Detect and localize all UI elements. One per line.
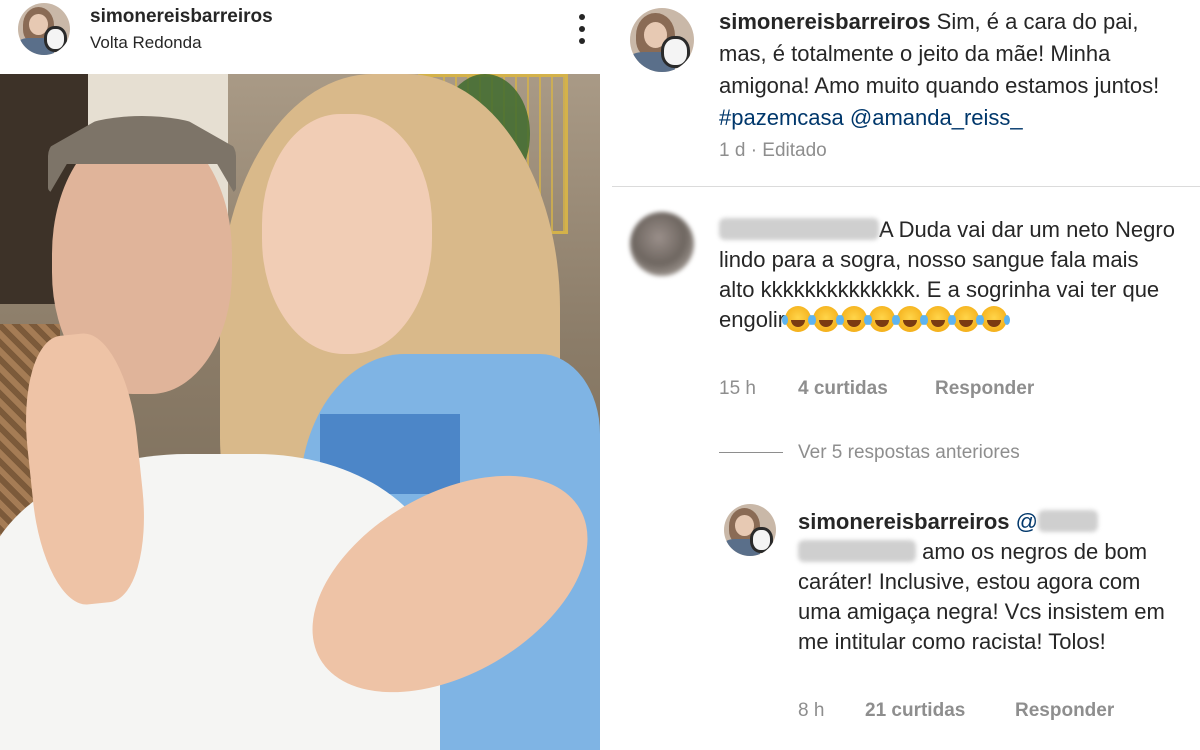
tears-of-joy-emoji: [894, 306, 924, 332]
tears-of-joy-emoji: [810, 306, 840, 332]
caption-edited: · Editado: [750, 140, 827, 161]
view-previous-replies-button[interactable]: Ver 5 respostas anteriores: [798, 442, 1020, 464]
comment-2-reply-button[interactable]: Responder: [1015, 700, 1114, 722]
comments-panel: simonereisbarreiros Sim, é a cara do pai…: [612, 0, 1200, 750]
comment-1: A Duda vai dar um neto Negro lindo para …: [719, 215, 1179, 335]
caption-mention[interactable]: @amanda_reiss_: [850, 105, 1023, 130]
caption-username[interactable]: simonereisbarreiros: [719, 9, 931, 34]
caption-separator: [612, 186, 1200, 187]
post-header: simonereisbarreiros Volta Redonda: [0, 0, 600, 74]
blurred-mention-part-2: [798, 540, 916, 562]
caption-hashtag[interactable]: #pazemcasa: [719, 105, 844, 130]
post-location[interactable]: Volta Redonda: [90, 33, 202, 53]
comment-2-likes[interactable]: 21 curtidas: [865, 700, 965, 722]
blurred-username[interactable]: [719, 218, 879, 240]
reply-mention-prefix[interactable]: @: [1016, 509, 1038, 534]
caption-author-avatar[interactable]: [630, 8, 694, 72]
tears-of-joy-emoji: [950, 306, 980, 332]
panel-divider: [600, 0, 612, 750]
comment-1-time[interactable]: 15 h: [719, 378, 756, 400]
tears-of-joy-emoji: [866, 306, 896, 332]
more-vertical-icon[interactable]: [572, 12, 592, 46]
tears-of-joy-emoji: [978, 306, 1008, 332]
tears-of-joy-emoji: [838, 306, 868, 332]
post-author-username[interactable]: simonereisbarreiros: [90, 6, 273, 28]
post-author-avatar[interactable]: [18, 3, 70, 55]
emoji-group: [782, 306, 1009, 332]
caption-time[interactable]: 1 d: [719, 140, 745, 161]
reply-author-avatar[interactable]: [724, 504, 776, 556]
tears-of-joy-emoji: [922, 306, 952, 332]
post-photo[interactable]: [0, 74, 600, 750]
caption-meta: 1 d · Editado: [719, 140, 827, 162]
comment-avatar-blurred[interactable]: [630, 212, 694, 276]
reply-username[interactable]: simonereisbarreiros: [798, 509, 1010, 534]
post-panel: simonereisbarreiros Volta Redonda: [0, 0, 600, 750]
post-caption: simonereisbarreiros Sim, é a cara do pai…: [719, 6, 1189, 134]
tears-of-joy-emoji: [782, 306, 812, 332]
replies-line: [719, 452, 783, 453]
comment-1-reply-button[interactable]: Responder: [935, 378, 1034, 400]
blurred-mention-part-1: [1038, 510, 1099, 532]
comment-2-time[interactable]: 8 h: [798, 700, 824, 722]
comment-2: simonereisbarreiros @ amo os negros de b…: [798, 507, 1188, 657]
comment-1-likes[interactable]: 4 curtidas: [798, 378, 888, 400]
